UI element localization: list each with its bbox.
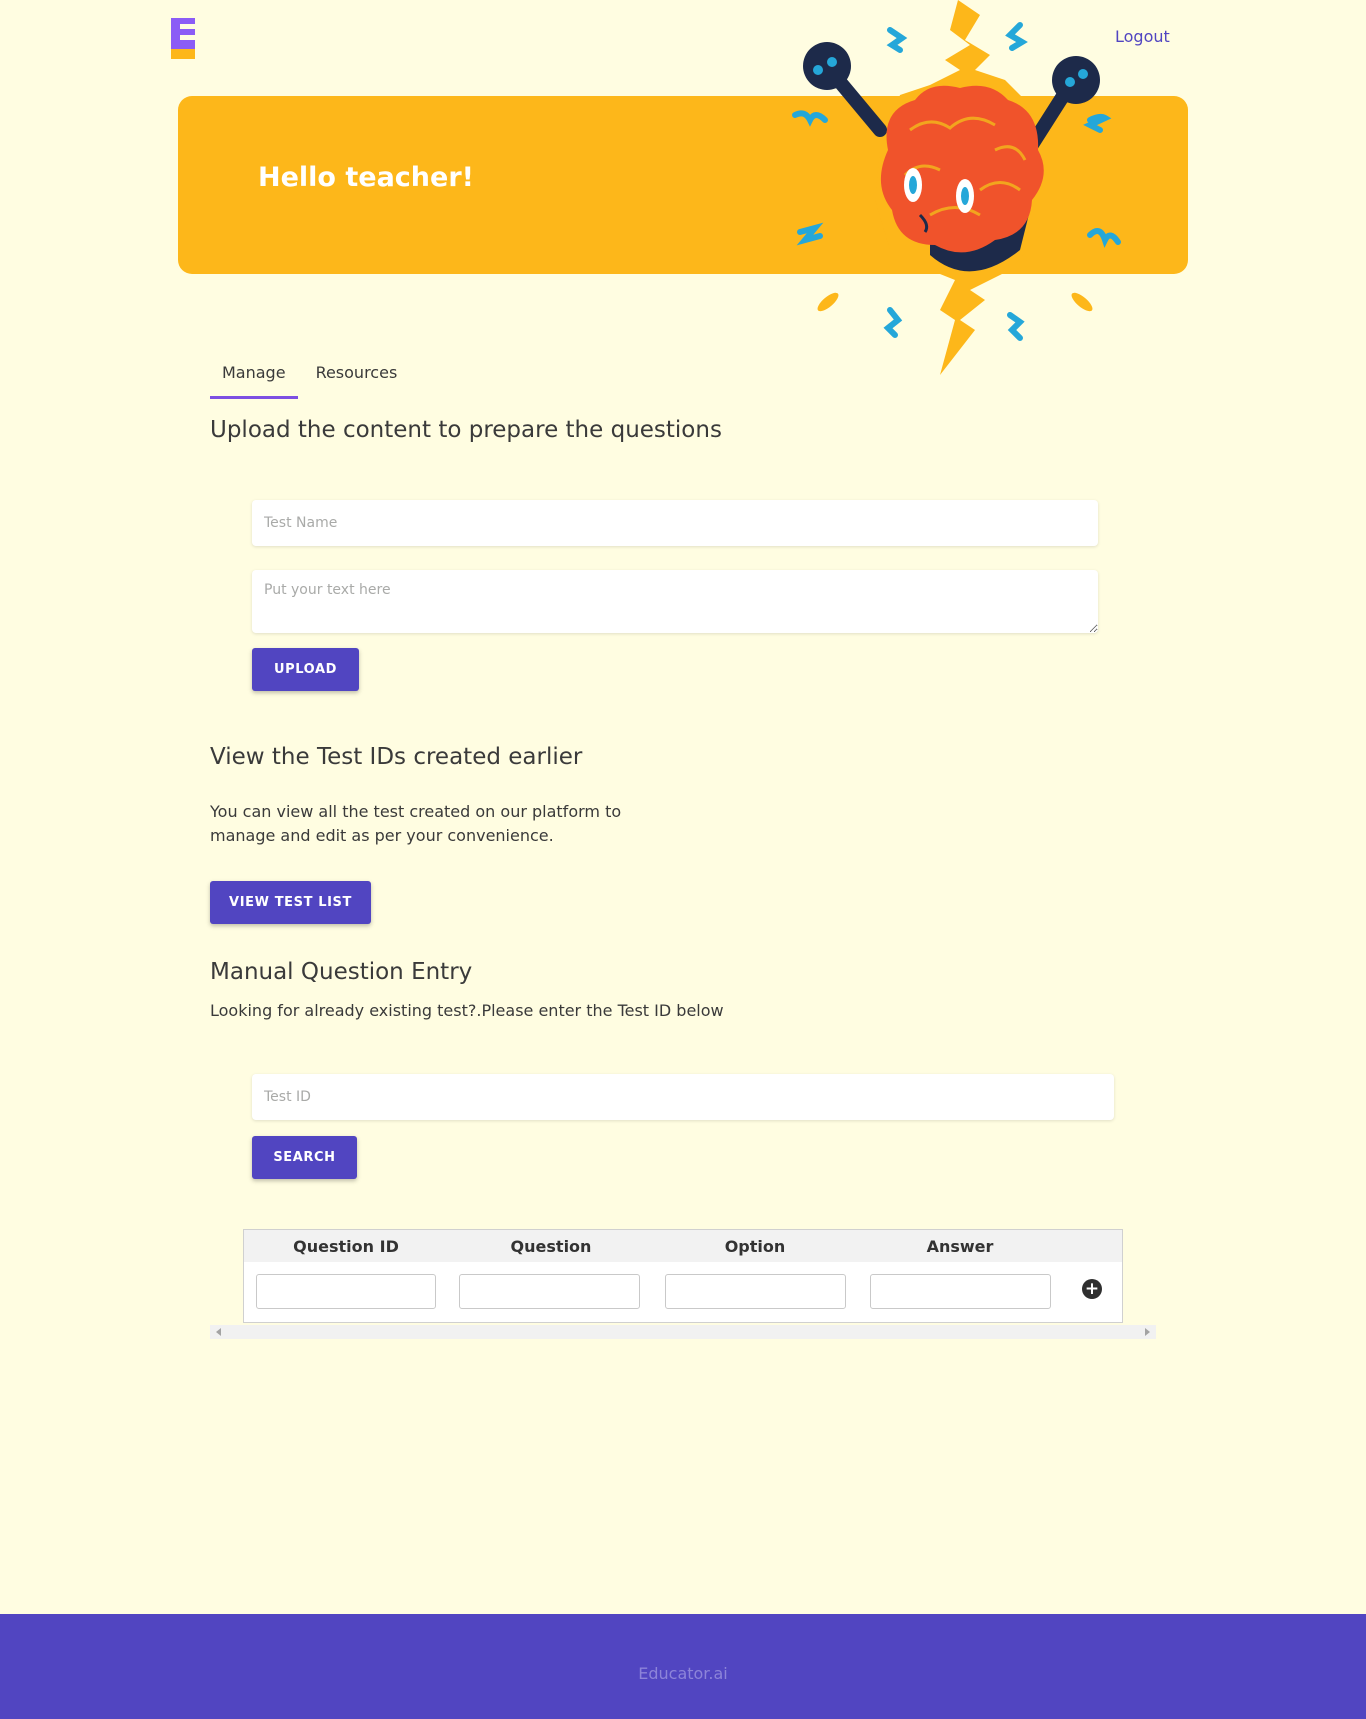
scroll-left-arrow-icon[interactable] — [216, 1328, 221, 1336]
question-table: Question ID Question Option Answer + — [243, 1229, 1123, 1323]
footer: Educator.ai — [0, 1614, 1366, 1719]
brain-mascot-illustration — [792, 0, 1121, 375]
content-textarea[interactable] — [252, 570, 1098, 633]
table-header: Question ID Question Option Answer — [243, 1229, 1123, 1263]
question-id-cell-input[interactable] — [256, 1274, 436, 1309]
upload-heading: Upload the content to prepare the questi… — [210, 417, 722, 443]
table-row: + — [243, 1262, 1123, 1323]
column-header-option: Option — [724, 1237, 786, 1256]
plus-circle-icon[interactable]: + — [1082, 1279, 1102, 1299]
tab-resources[interactable]: Resources — [304, 360, 410, 399]
educator-logo[interactable] — [171, 18, 195, 59]
question-cell-input[interactable] — [459, 1274, 640, 1309]
column-header-question: Question — [510, 1237, 592, 1256]
view-tests-description-line2: manage and edit as per your convenience. — [210, 826, 554, 845]
hero-title: Hello teacher! — [258, 162, 474, 193]
scroll-right-arrow-icon[interactable] — [1145, 1328, 1150, 1336]
search-button[interactable]: SEARCH — [252, 1136, 357, 1179]
footer-brand-text: Educator.ai — [638, 1664, 728, 1683]
page: Logout Hello teacher! Manage Resources U… — [0, 0, 1366, 1719]
manual-entry-description: Looking for already existing test?.Pleas… — [210, 1001, 724, 1020]
column-header-answer: Answer — [926, 1237, 994, 1256]
tab-manage[interactable]: Manage — [210, 360, 298, 399]
answer-cell-input[interactable] — [870, 1274, 1051, 1309]
view-tests-description-line1: You can view all the test created on our… — [210, 802, 622, 821]
column-header-question-id: Question ID — [293, 1237, 399, 1256]
option-cell-input[interactable] — [665, 1274, 846, 1309]
view-tests-heading: View the Test IDs created earlier — [210, 744, 583, 770]
test-id-input[interactable] — [252, 1074, 1114, 1120]
manual-entry-heading: Manual Question Entry — [210, 959, 473, 985]
tab-bar: Manage Resources — [210, 360, 415, 399]
table-horizontal-scrollbar[interactable] — [210, 1325, 1156, 1339]
test-name-input[interactable] — [252, 500, 1098, 546]
view-test-list-button[interactable]: VIEW TEST LIST — [210, 881, 371, 924]
upload-button[interactable]: UPLOAD — [252, 648, 359, 691]
